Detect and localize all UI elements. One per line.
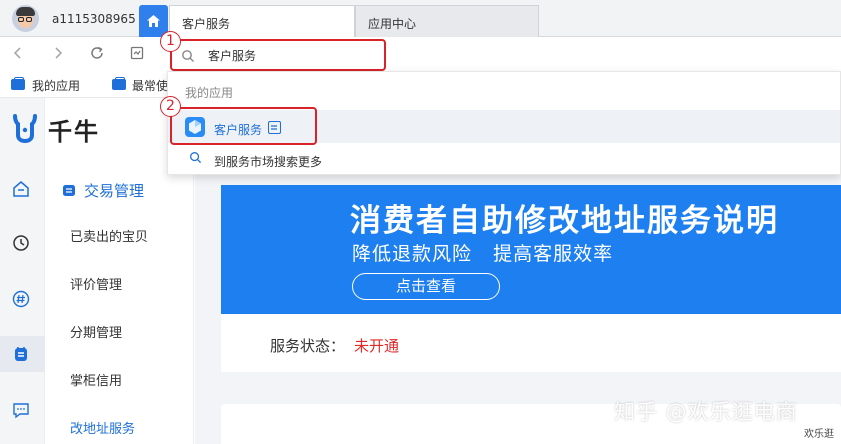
screenshot-icon[interactable] bbox=[129, 45, 145, 61]
sidebar-item-reviews[interactable]: 评价管理 bbox=[70, 274, 122, 293]
bookmark-icon bbox=[11, 77, 25, 90]
search-icon bbox=[190, 152, 202, 164]
home-rail-icon[interactable] bbox=[12, 180, 30, 198]
clock-icon[interactable] bbox=[12, 234, 30, 252]
bookmark-frequent[interactable]: 最常使 bbox=[132, 77, 168, 94]
search-icon bbox=[182, 50, 194, 62]
annotation-step-1: 1 bbox=[160, 31, 181, 52]
back-icon[interactable] bbox=[10, 45, 26, 61]
bookmark-icon bbox=[112, 77, 126, 90]
bookmark-my-apps[interactable]: 我的应用 bbox=[32, 77, 80, 94]
watermark-small: 欢乐逛 bbox=[804, 429, 834, 440]
message-icon[interactable] bbox=[12, 401, 30, 419]
home-icon bbox=[147, 15, 160, 27]
sidebar-item-installments[interactable]: 分期管理 bbox=[70, 322, 122, 341]
service-status-value: 未开通 bbox=[354, 337, 400, 355]
tab-customer-service[interactable]: 客户服务 bbox=[169, 5, 355, 37]
sidebar-item-change-address[interactable]: 改地址服务 bbox=[70, 418, 135, 437]
banner-title: 消费者自助修改地址服务说明 bbox=[350, 203, 779, 239]
watermark: 知乎 @欢乐逛电商 bbox=[614, 400, 798, 424]
qianniu-logo-icon bbox=[13, 114, 37, 143]
search-market-link[interactable]: 到服务市场搜索更多 bbox=[214, 153, 322, 170]
view-details-button[interactable]: 点击查看 bbox=[352, 273, 500, 300]
app-logo-text: 千牛 bbox=[48, 118, 100, 146]
annotation-step-2: 2 bbox=[160, 96, 181, 117]
tab-app-center[interactable]: 应用中心 bbox=[355, 5, 539, 37]
icon-rail bbox=[0, 98, 45, 444]
annotation-highlight-box bbox=[170, 107, 317, 145]
trade-icon[interactable] bbox=[12, 345, 30, 363]
avatar[interactable] bbox=[12, 5, 39, 32]
trade-section-icon bbox=[63, 185, 75, 196]
username: a1115308965 bbox=[52, 12, 136, 26]
address-bar-value[interactable]: 客户服务 bbox=[208, 47, 256, 64]
sidebar-item-credit[interactable]: 掌柜信用 bbox=[70, 370, 122, 389]
hashtag-icon[interactable] bbox=[12, 290, 30, 308]
address-bar[interactable] bbox=[170, 39, 386, 71]
nav-bar bbox=[0, 37, 841, 70]
service-status-label: 服务状态： bbox=[270, 337, 346, 355]
sidebar-section-trade[interactable]: 交易管理 bbox=[84, 180, 144, 201]
sidebar-item-sold[interactable]: 已卖出的宝贝 bbox=[70, 226, 148, 245]
refresh-icon[interactable] bbox=[89, 45, 105, 61]
banner-subtitle: 降低退款风险 提高客服效率 bbox=[352, 243, 614, 265]
suggestion-header: 我的应用 bbox=[185, 86, 234, 100]
forward-icon[interactable] bbox=[50, 45, 66, 61]
